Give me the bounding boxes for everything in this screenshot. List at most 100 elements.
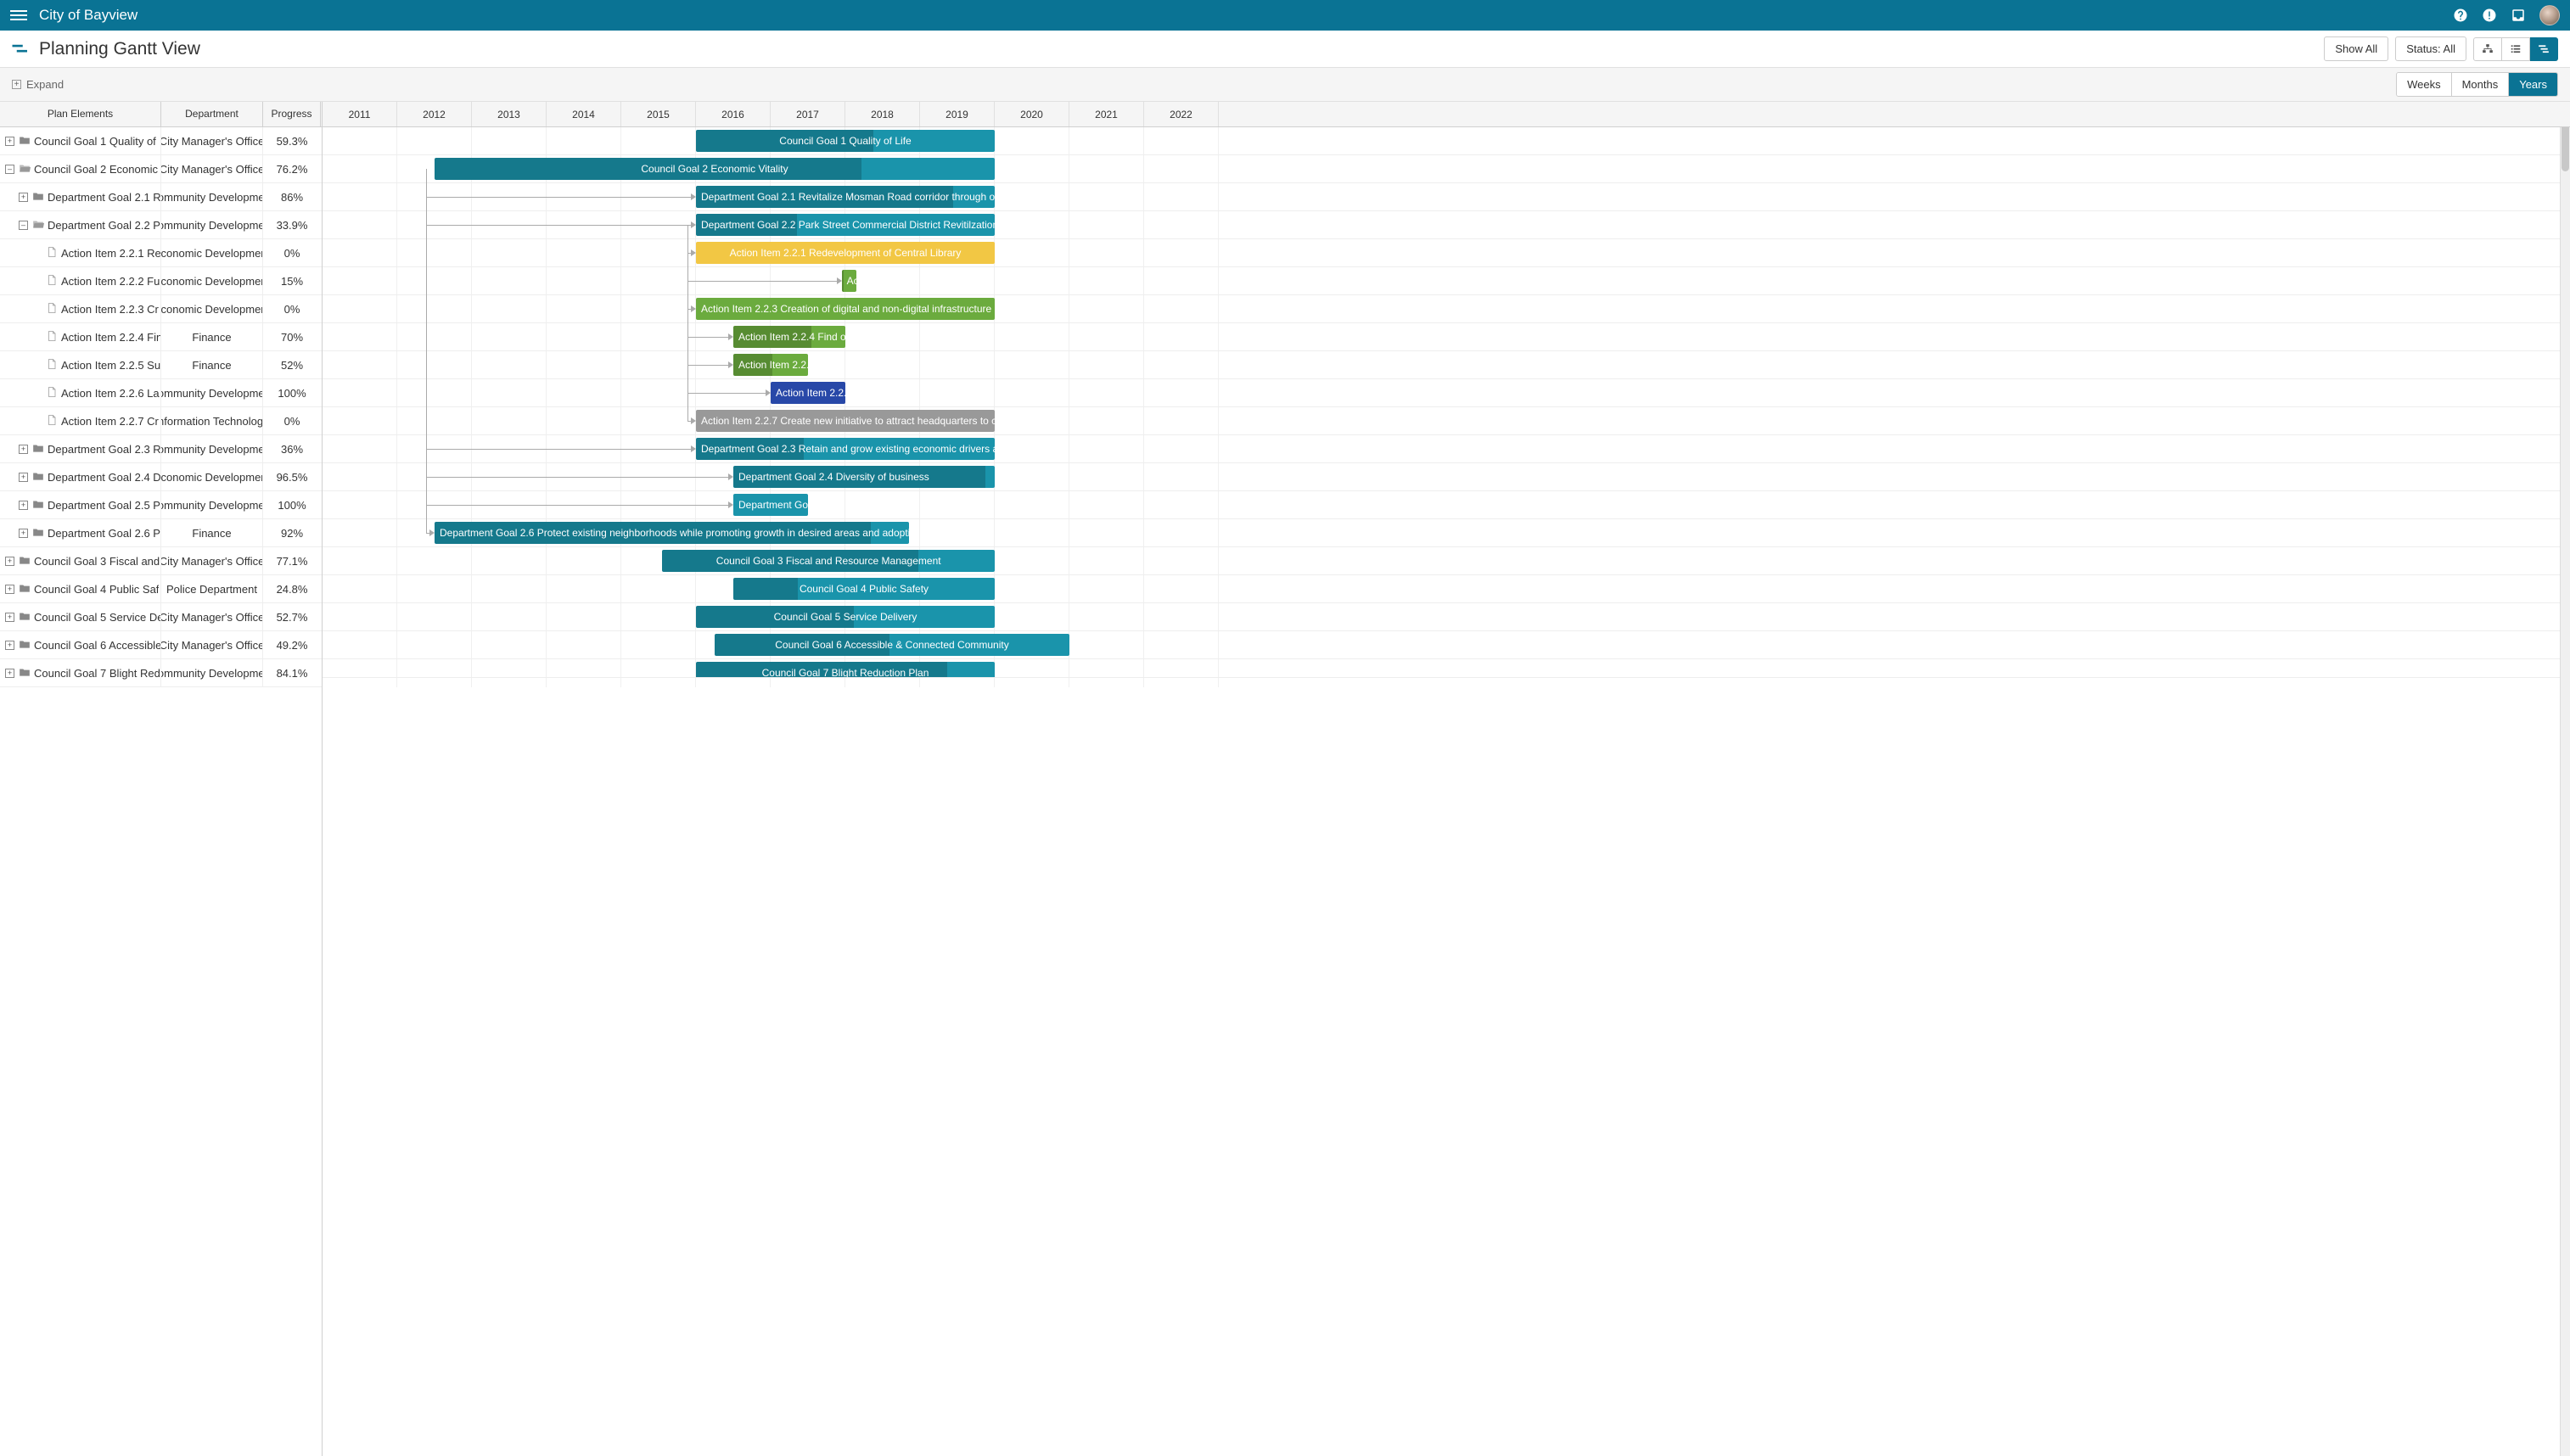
gantt-bar[interactable]: Department Goal 2.6 Protect existing nei…	[435, 522, 909, 544]
gantt-bar-label: Department Goal 2.6 Protect existing nei…	[440, 527, 909, 539]
tree-row[interactable]: Action Item 2.2.1 ReEconomic Development…	[0, 239, 322, 267]
tree-row[interactable]: +Council Goal 5 Service DeCity Manager's…	[0, 603, 322, 631]
row-label: Department Goal 2.3 R	[48, 443, 160, 456]
row-label: Council Goal 1 Quality of	[34, 135, 156, 148]
gantt-bar[interactable]: Action Item 2.2.4 Find opp	[733, 326, 845, 348]
col-dept-header[interactable]: Department	[161, 102, 263, 126]
gantt-bar[interactable]: Action Item 2.2.7 Create new initiative …	[696, 410, 995, 432]
tree-row[interactable]: Action Item 2.2.7 CrInformation Technolo…	[0, 407, 322, 435]
tree-toggle[interactable]: –	[19, 221, 28, 230]
tree-toggle[interactable]: +	[5, 557, 14, 566]
gantt-bar[interactable]: Department Goal 2.2 Park Street Commerci…	[696, 214, 995, 236]
folder-icon	[19, 555, 34, 568]
file-icon	[46, 247, 61, 260]
timeline-row: Department Goal 2.1 Revitalize Mosman Ro…	[323, 183, 2570, 211]
tree-toggle[interactable]: +	[19, 473, 28, 482]
row-progress: 86%	[263, 183, 321, 210]
tree-toggle[interactable]: +	[5, 585, 14, 594]
gantt-bar[interactable]: Council Goal 5 Service Delivery	[696, 606, 995, 628]
gantt-view-button[interactable]	[2530, 37, 2558, 61]
gantt-bar[interactable]: Council Goal 3 Fiscal and Resource Manag…	[662, 550, 995, 572]
inbox-icon[interactable]	[2511, 8, 2526, 23]
gantt-bar[interactable]: Action Item 2.2.1 Redevelopment of Centr…	[696, 242, 995, 264]
tree-row[interactable]: Action Item 2.2.5 SuFinance52%	[0, 351, 322, 379]
file-icon	[46, 359, 61, 372]
gantt-bar[interactable]: Action Item 2.2.5	[733, 354, 808, 376]
tree-row[interactable]: +Council Goal 4 Public SafPolice Departm…	[0, 575, 322, 603]
gantt-bar[interactable]: Council Goal 7 Blight Reduction Plan	[696, 662, 995, 678]
expand-all-button[interactable]: + Expand	[12, 78, 64, 91]
status-filter-button[interactable]: Status: All	[2395, 36, 2466, 61]
avatar[interactable]	[2539, 5, 2560, 25]
gantt-bar[interactable]: Department Goal 2.3 Retain and grow exis…	[696, 438, 995, 460]
tree-row[interactable]: +Department Goal 2.1 RCommunity Developm…	[0, 183, 322, 211]
row-dept: City Manager's Office	[161, 127, 263, 154]
row-label: Department Goal 2.5 P	[48, 499, 160, 512]
gantt-bar-label: Council Goal 4 Public Safety	[800, 583, 929, 595]
months-button[interactable]: Months	[2451, 73, 2509, 96]
row-dept: City Manager's Office	[161, 631, 263, 658]
scrollbar[interactable]	[2560, 102, 2570, 1456]
row-dept: Information Technology	[161, 407, 263, 434]
gantt-bar[interactable]: Department Goal 2.1 Revitalize Mosman Ro…	[696, 186, 995, 208]
gantt-bar-label: Action Item 2.2.4 Find opp	[738, 331, 845, 343]
row-progress: 49.2%	[263, 631, 321, 658]
tree-row[interactable]: +Department Goal 2.3 RCommunity Developm…	[0, 435, 322, 463]
row-dept: Finance	[161, 519, 263, 546]
tree-row[interactable]: –Department Goal 2.2 PCommunity Developm…	[0, 211, 322, 239]
help-icon[interactable]	[2453, 8, 2468, 23]
row-label: Council Goal 4 Public Saf	[34, 583, 159, 596]
tree-row[interactable]: + Council Goal 1 Quality of City Manager's…	[0, 127, 322, 155]
tree-toggle[interactable]: +	[5, 641, 14, 650]
tree-toggle[interactable]: –	[5, 165, 14, 174]
gantt-bar[interactable]: Council Goal 2 Economic Vitality	[435, 158, 995, 180]
tree-row[interactable]: +Council Goal 3 Fiscal andCity Manager's…	[0, 547, 322, 575]
tree-row[interactable]: Action Item 2.2.3 CrEconomic Development…	[0, 295, 322, 323]
gantt-bar[interactable]: Action Item 2.2.3 Creation of digital an…	[696, 298, 995, 320]
tree-row[interactable]: Action Item 2.2.4 FinFinance70%	[0, 323, 322, 351]
row-dept: Finance	[161, 351, 263, 378]
timeline-row: Ac	[323, 267, 2570, 295]
gantt-bar[interactable]: Department Goal 2.4 Diversity of busines…	[733, 466, 995, 488]
gantt-bar[interactable]: Department Goal	[733, 494, 808, 516]
row-label: Department Goal 2.4 D	[48, 471, 160, 484]
tree-toggle[interactable]: +	[19, 529, 28, 538]
gantt-bar-label: Action Item 2.2.6	[776, 387, 845, 399]
tree-toggle[interactable]: +	[19, 501, 28, 510]
tree-row[interactable]: –Council Goal 2 EconomicCity Manager's O…	[0, 155, 322, 183]
row-progress: 96.5%	[263, 463, 321, 490]
gantt-bar[interactable]: Council Goal 6 Accessible & Connected Co…	[715, 634, 1069, 656]
tree-toggle[interactable]: +	[5, 669, 14, 678]
folder-icon	[19, 163, 34, 176]
timeline-row: Council Goal 1 Quality of Life	[323, 127, 2570, 155]
tree-toggle[interactable]: +	[5, 137, 14, 146]
years-button[interactable]: Years	[2508, 73, 2557, 96]
tree-row[interactable]: +Department Goal 2.4 DEconomic Developme…	[0, 463, 322, 491]
alert-icon[interactable]	[2482, 8, 2497, 23]
org-view-button[interactable]	[2473, 37, 2502, 61]
weeks-button[interactable]: Weeks	[2397, 73, 2451, 96]
tree-toggle[interactable]: +	[19, 445, 28, 454]
tree-row[interactable]: Action Item 2.2.2 FuEconomic Development…	[0, 267, 322, 295]
tree-toggle[interactable]: +	[5, 613, 14, 622]
folder-icon	[19, 667, 34, 680]
folder-icon	[32, 527, 48, 540]
tree-row[interactable]: +Department Goal 2.5 PCommunity Developm…	[0, 491, 322, 519]
show-all-button[interactable]: Show All	[2324, 36, 2388, 61]
col-plan-header[interactable]: Plan Elements	[0, 102, 161, 126]
menu-icon[interactable]	[10, 10, 27, 20]
list-view-button[interactable]	[2502, 37, 2530, 61]
year-header: 2016	[696, 102, 771, 126]
tree-row[interactable]: +Council Goal 6 AccessibleCity Manager's…	[0, 631, 322, 659]
col-prog-header[interactable]: Progress	[263, 102, 321, 126]
gantt-bar[interactable]: Council Goal 4 Public Safety	[733, 578, 995, 600]
tree-row[interactable]: Action Item 2.2.6 LaCommunity Developmen…	[0, 379, 322, 407]
tree-row[interactable]: +Department Goal 2.6 PFinance92%	[0, 519, 322, 547]
row-progress: 0%	[263, 239, 321, 266]
tree-toggle[interactable]: +	[19, 193, 28, 202]
gantt-bar[interactable]: Action Item 2.2.6	[771, 382, 845, 404]
tree-row[interactable]: +Council Goal 7 Blight RedCommunity Deve…	[0, 659, 322, 687]
gantt-bar[interactable]: Council Goal 1 Quality of Life	[696, 130, 995, 152]
gantt-bar[interactable]: Ac	[842, 270, 857, 292]
row-label: Action Item 2.2.7 Cr	[61, 415, 159, 428]
